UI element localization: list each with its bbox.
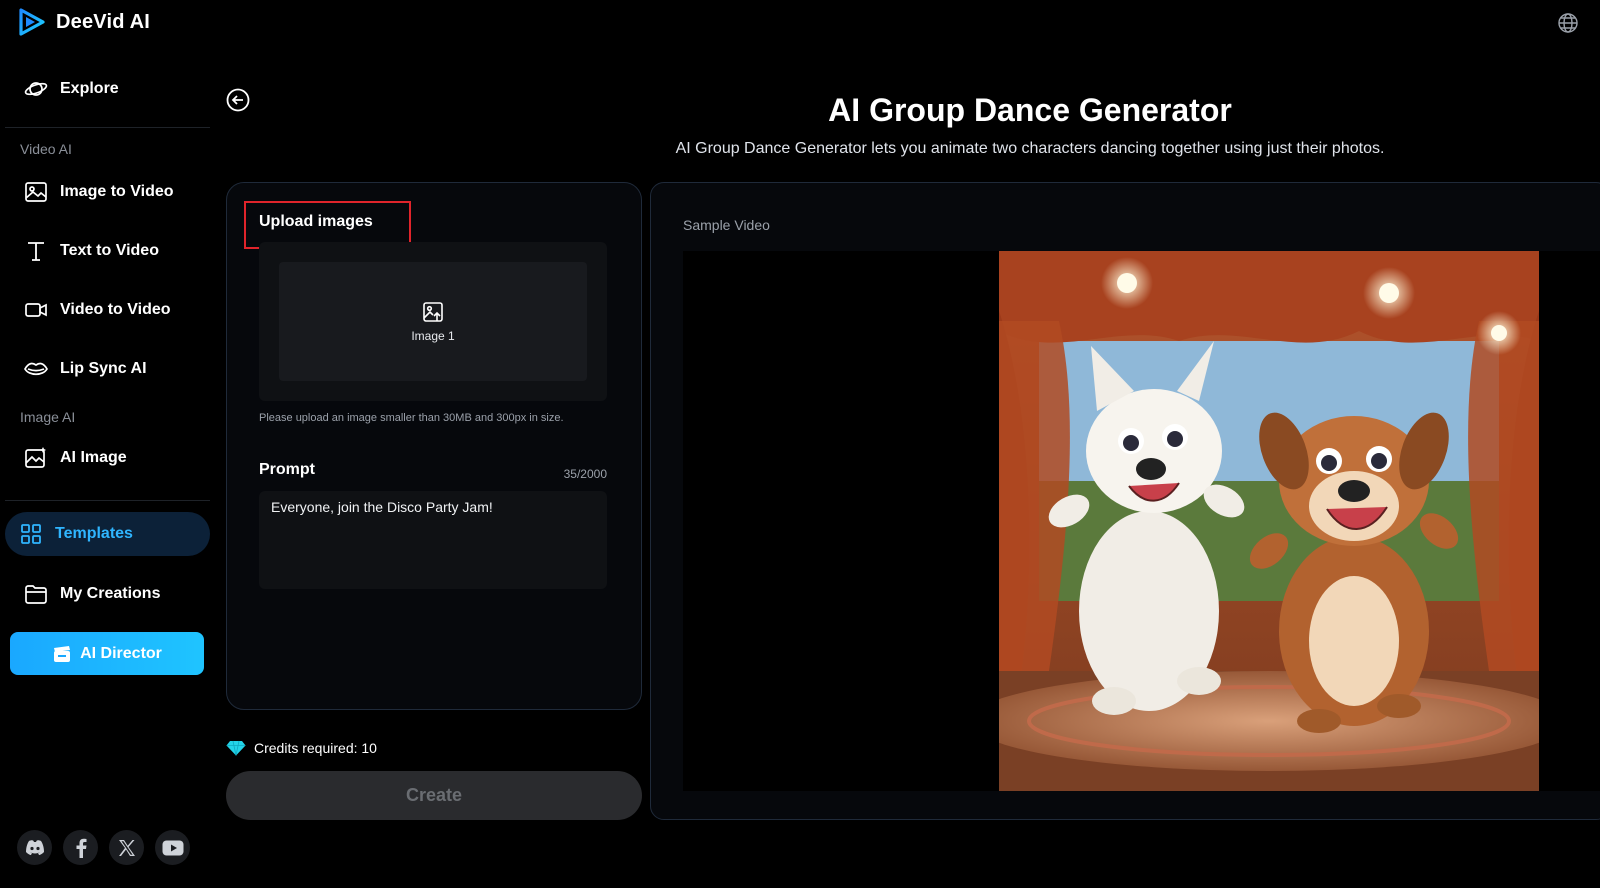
video-camera-icon (24, 298, 48, 322)
dancing-dogs-video-frame (999, 251, 1539, 791)
sample-video-player[interactable] (683, 251, 1600, 791)
nav-templates-label: Templates (55, 525, 133, 542)
nav-image-to-video-label: Image to Video (60, 183, 174, 200)
sidebar-divider (5, 127, 210, 128)
prompt-input[interactable]: Everyone, join the Disco Party Jam! (259, 491, 607, 589)
ai-image-icon (24, 446, 48, 470)
nav-video-to-video-label: Video to Video (60, 301, 171, 318)
nav-image-to-video[interactable]: Image to Video (10, 170, 210, 214)
page-title: AI Group Dance Generator (828, 92, 1232, 128)
facebook-icon[interactable] (63, 830, 98, 865)
discord-icon[interactable] (17, 830, 52, 865)
nav-my-creations-label: My Creations (60, 585, 161, 602)
nav-lip-sync-ai-label: Lip Sync AI (60, 360, 147, 377)
social-links (17, 830, 190, 865)
sidebar-divider (5, 500, 210, 501)
nav-text-to-video-label: Text to Video (60, 242, 159, 259)
grid-icon (19, 522, 43, 546)
nav-ai-image[interactable]: AI Image (10, 436, 210, 480)
create-button[interactable]: Create (226, 771, 642, 820)
x-twitter-icon[interactable] (109, 830, 144, 865)
nav-ai-image-label: AI Image (60, 449, 127, 466)
clapperboard-icon (54, 645, 71, 662)
image-icon (24, 180, 48, 204)
globe-language-icon[interactable] (1557, 12, 1579, 34)
credits-text: Credits required: 10 (254, 740, 377, 756)
page-subtitle: AI Group Dance Generator lets you animat… (675, 140, 1385, 157)
ai-director-label: AI Director (80, 644, 162, 662)
section-label-video-ai: Video AI (20, 141, 72, 157)
folder-icon (24, 582, 48, 606)
image-1-upload-slot[interactable]: Image 1 (279, 262, 587, 381)
nav-explore[interactable]: Explore (10, 67, 210, 111)
planet-icon (24, 77, 48, 101)
nav-text-to-video[interactable]: Text to Video (10, 229, 210, 273)
credits-required: Credits required: 10 (226, 740, 377, 756)
prompt-label: Prompt (259, 461, 315, 478)
sample-video-label: Sample Video (683, 217, 770, 233)
nav-explore-label: Explore (60, 80, 119, 97)
nav-video-to-video[interactable]: Video to Video (10, 288, 210, 332)
sidebar: DeeVid AI Explore Video AI Image to Vide… (0, 0, 215, 888)
brand[interactable]: DeeVid AI (18, 8, 150, 36)
back-arrow-icon[interactable] (226, 88, 250, 112)
section-label-image-ai: Image AI (20, 409, 76, 425)
nav-lip-sync-ai[interactable]: Lip Sync AI (10, 347, 210, 391)
nav-my-creations[interactable]: My Creations (10, 572, 210, 616)
diamond-icon (226, 740, 246, 756)
image-upload-icon (423, 301, 443, 322)
youtube-icon[interactable] (155, 830, 190, 865)
text-icon (24, 239, 48, 263)
lips-icon (24, 357, 48, 381)
prompt-char-count: 35/2000 (563, 467, 607, 481)
nav-templates[interactable]: Templates (5, 512, 210, 556)
image-1-label: Image 1 (411, 328, 455, 343)
brand-name: DeeVid AI (56, 10, 151, 33)
upload-hint: Please upload an image smaller than 30MB… (259, 412, 564, 424)
deevid-logo-icon (19, 8, 45, 36)
ai-director-button[interactable]: AI Director (10, 632, 204, 675)
upload-images-title: Upload images (259, 213, 373, 230)
